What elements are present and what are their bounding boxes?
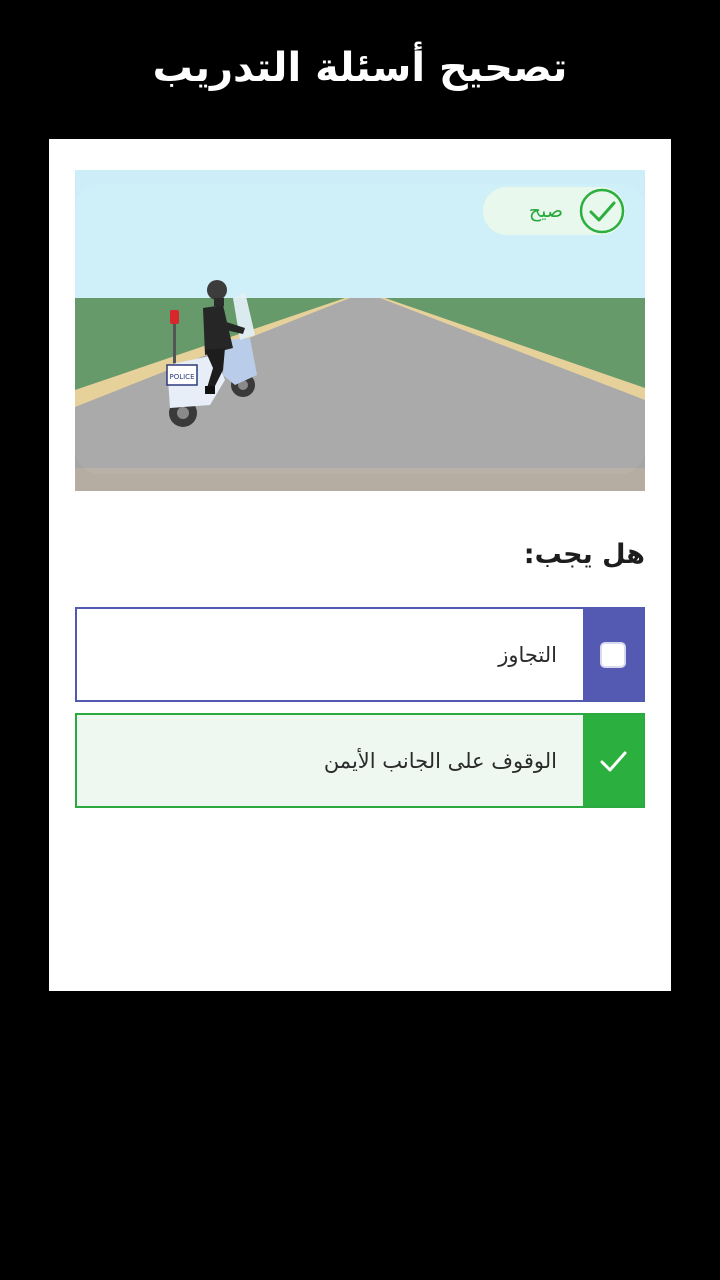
answer-2-label: الوقوف على الجانب الأيمن xyxy=(323,748,557,773)
answer-option-2[interactable]: الوقوف على الجانب الأيمن xyxy=(75,713,645,808)
question-text: هل يجب: xyxy=(523,539,645,570)
answer-2-mark[interactable] xyxy=(583,715,643,806)
answer-1-label: التجاوز xyxy=(498,642,557,667)
page-title: تصحيح أسئلة التدريب xyxy=(152,45,568,91)
answer-1-mark[interactable] xyxy=(583,609,643,700)
check-circle-icon xyxy=(579,188,625,234)
question-card: POLICE صيح هل يجب: التجاوز الوقوف على ال… xyxy=(49,139,671,991)
result-label: صيح xyxy=(528,200,563,222)
checkbox-icon[interactable] xyxy=(600,641,626,668)
checkmark-icon xyxy=(600,751,627,771)
svg-text:POLICE: POLICE xyxy=(169,373,194,381)
answer-option-1[interactable]: التجاوز xyxy=(75,607,645,702)
result-badge: صيح xyxy=(483,187,625,235)
question-image: POLICE صيح xyxy=(75,170,645,491)
